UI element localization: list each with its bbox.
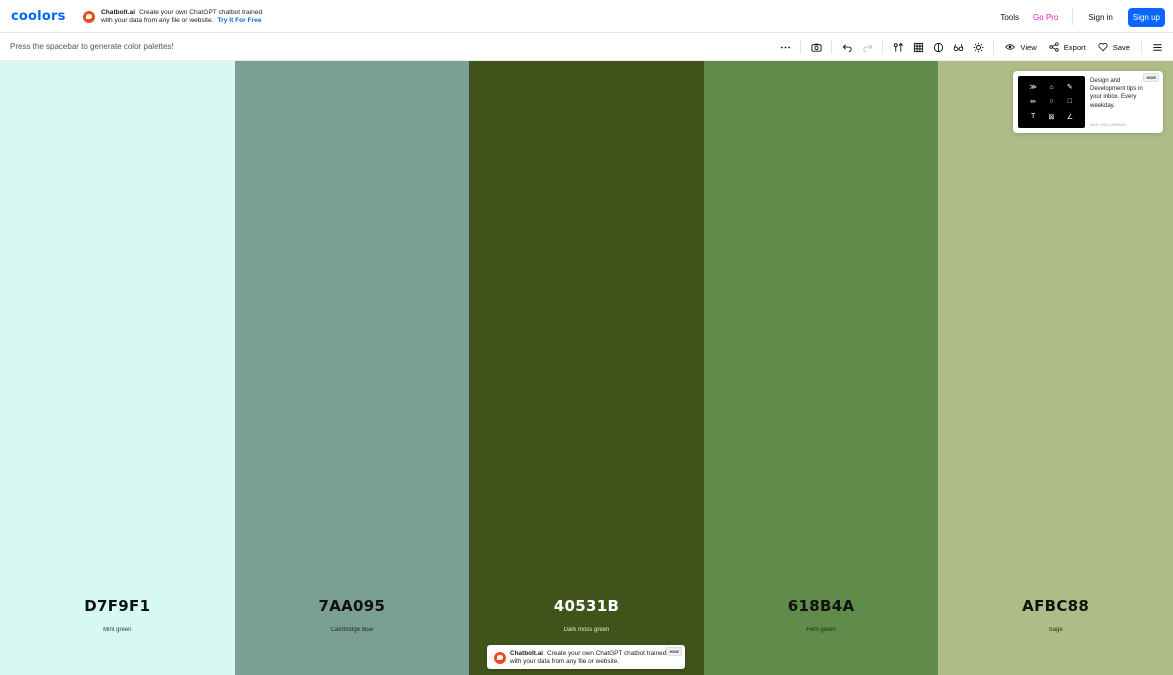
carbon-ad-image[interactable]: ≫ ⌂ ✎ ✏ ○ □ T ⊠ ∠: [1018, 76, 1085, 128]
toolbar-divider: [882, 40, 884, 54]
chevrons-icon: ≫: [1029, 84, 1037, 92]
color-swatch[interactable]: D7F9F1 Mint green: [0, 61, 235, 675]
camera-icon[interactable]: [808, 39, 824, 55]
home-icon: ⌂: [1049, 83, 1054, 91]
swatch-color-name: Fern green: [806, 627, 836, 633]
lasso-icon: ○: [1049, 98, 1054, 106]
swatch-color-name: Cambridge blue: [330, 627, 374, 633]
toolbar-divider: [993, 40, 995, 54]
swatch-color-name: Dark moss green: [563, 627, 610, 633]
toolbar-divider: [1141, 40, 1142, 54]
color-swatch[interactable]: 40531B Dark moss green: [469, 61, 704, 675]
share-icon: [1049, 42, 1059, 52]
color-swatch[interactable]: AFBC88 Sage: [938, 61, 1173, 675]
header-ad-brand: Chatbolt.ai: [101, 9, 136, 16]
save-label: Save: [1112, 42, 1130, 52]
toolbar-divider: [800, 40, 802, 54]
swatch-hex-code[interactable]: 618B4A: [704, 597, 939, 615]
swatch-color-name: Mint green: [103, 627, 132, 633]
bottom-ad-brand: Chatbolt.ai: [510, 650, 544, 657]
export-label: Export: [1063, 42, 1086, 52]
bottom-ad-hide-button[interactable]: HIDE: [666, 647, 682, 656]
view-button[interactable]: View: [1005, 42, 1037, 52]
chatbolt-logo-icon: [494, 652, 506, 664]
undo-icon[interactable]: [839, 39, 855, 55]
crop-x-icon: ⊠: [1048, 113, 1055, 121]
text-tool-icon: T: [1031, 113, 1036, 121]
angle-icon: ∠: [1066, 113, 1073, 121]
header-ad-cta[interactable]: Try It For Free: [218, 17, 262, 24]
grid-view-icon[interactable]: [910, 39, 926, 55]
color-blindness-icon[interactable]: [950, 39, 966, 55]
toolbar-actions: View Export Save: [775, 39, 1167, 55]
chatbolt-logo-icon: [83, 11, 95, 23]
sign-in-button[interactable]: Sign in: [1080, 13, 1120, 22]
carbon-ad-via[interactable]: ADS VIA CARBON: [1090, 123, 1126, 127]
menu-icon[interactable]: [1149, 39, 1165, 55]
header-nav: Tools Go Pro Sign in Sign up: [993, 7, 1165, 27]
coolors-logo[interactable]: coolors: [11, 9, 66, 24]
heart-icon: [1098, 43, 1108, 52]
redo-icon[interactable]: [859, 39, 875, 55]
adjust-palette-icon[interactable]: [890, 39, 906, 55]
toolbar-divider: [831, 40, 833, 54]
pen-icon: ✎: [1066, 84, 1073, 92]
swatch-hex-code[interactable]: 7AA095: [235, 597, 470, 615]
more-options-icon[interactable]: [777, 39, 793, 55]
sign-up-button[interactable]: Sign up: [1127, 7, 1165, 27]
color-swatch[interactable]: 618B4A Fern green: [703, 61, 939, 675]
bottom-ad-banner[interactable]: Chatbolt.ai Create your own ChatGPT chatb…: [487, 645, 685, 669]
palette-toolbar: Press the spacebar to generate color pal…: [0, 33, 1173, 61]
document-icon: □: [1067, 98, 1072, 106]
pencil-icon: ✏: [1030, 98, 1037, 106]
export-button[interactable]: Export: [1049, 42, 1086, 52]
swatch-color-name: Sage: [1048, 627, 1063, 633]
swatch-hex-code[interactable]: AFBC88: [938, 597, 1173, 615]
swatch-hex-code[interactable]: 40531B: [469, 597, 704, 615]
view-label: View: [1020, 42, 1037, 52]
bottom-ad-text: Chatbolt.ai Create your own ChatGPT chatb…: [510, 650, 670, 665]
color-swatch[interactable]: 7AA095 Cambridge blue: [234, 61, 470, 675]
color-palette: D7F9F1 Mint green 7AA095 Cambridge blue …: [0, 61, 1173, 675]
save-button[interactable]: Save: [1098, 42, 1130, 52]
swatch-hex-code[interactable]: D7F9F1: [0, 597, 235, 615]
carbon-ad[interactable]: ≫ ⌂ ✎ ✏ ○ □ T ⊠ ∠ Design and Development…: [1013, 71, 1163, 133]
header-ad-text: Chatbolt.ai Create your own ChatGPT chatb…: [101, 9, 273, 25]
contrast-icon[interactable]: [930, 39, 946, 55]
top-header: coolors Chatbolt.ai Create your own ChatG…: [0, 0, 1173, 33]
spacebar-hint: Press the spacebar to generate color pal…: [10, 42, 174, 51]
brightness-icon[interactable]: [970, 39, 986, 55]
nav-divider: [1072, 9, 1074, 25]
go-pro-link[interactable]: Go Pro: [1026, 13, 1065, 22]
carbon-hide-button[interactable]: HIDE: [1143, 73, 1159, 82]
eye-icon: [1005, 44, 1016, 50]
tools-link[interactable]: Tools: [993, 13, 1026, 22]
header-ad[interactable]: Chatbolt.ai Create your own ChatGPT chatb…: [83, 9, 273, 25]
carbon-ad-text[interactable]: Design and Development tips in your inbo…: [1090, 77, 1152, 110]
